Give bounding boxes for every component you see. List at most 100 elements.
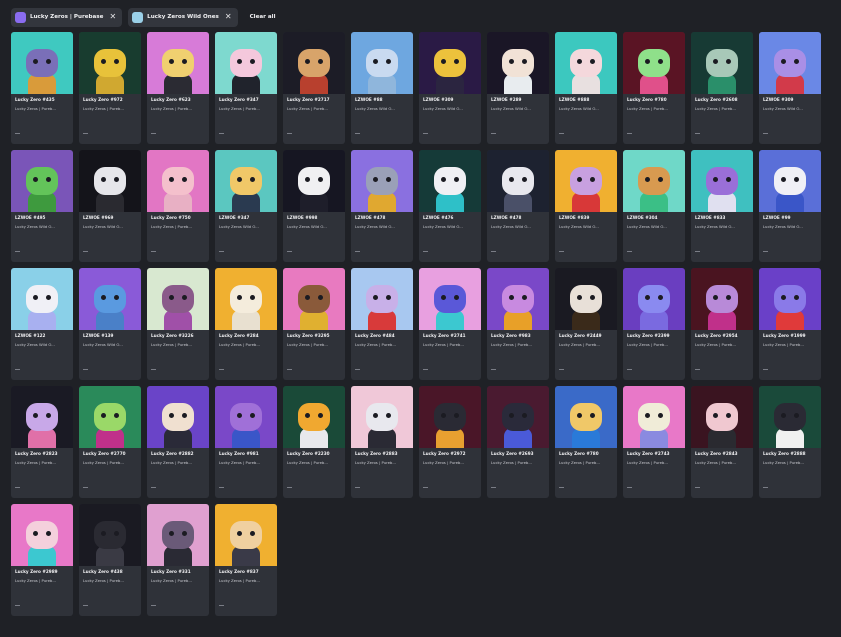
character-eye	[250, 413, 255, 418]
price-placeholder	[355, 368, 360, 370]
character-head	[26, 521, 58, 549]
clear-all-button[interactable]: Clear all	[244, 8, 282, 27]
price-placeholder	[15, 604, 20, 606]
character-eye	[713, 59, 718, 64]
nft-image	[351, 32, 413, 94]
nft-card[interactable]: Lucky Zero #2882 Lucky Zeros | Pureb...	[147, 386, 209, 498]
character-eye	[318, 413, 323, 418]
nft-card[interactable]: Lucky Zero #2717 Lucky Zeros | Pureb...	[283, 32, 345, 144]
nft-card[interactable]: Lucky Zero #2608 Lucky Zeros | Pureb...	[691, 32, 753, 144]
nft-card[interactable]: LZWOE #476 Lucky Zeros Wild O...	[419, 150, 481, 262]
nft-card[interactable]: Lucky Zero #780 Lucky Zeros | Pureb...	[623, 32, 685, 144]
nft-card[interactable]: LZWOE #289 Lucky Zeros Wild O...	[487, 32, 549, 144]
nft-card[interactable]: Lucky Zero #983 Lucky Zeros | Pureb...	[487, 268, 549, 380]
nft-card[interactable]: LZWOE #139 Lucky Zeros Wild O...	[79, 268, 141, 380]
character-eye	[590, 295, 595, 300]
nft-card[interactable]: Lucky Zero #2883 Lucky Zeros | Pureb...	[351, 386, 413, 498]
nft-card[interactable]: Lucky Zero #3295 Lucky Zeros | Pureb...	[283, 268, 345, 380]
character-head	[706, 403, 738, 431]
remove-filter-icon[interactable]: ✕	[109, 13, 116, 21]
nft-collection-name: Lucky Zeros Wild O...	[219, 224, 259, 229]
nft-card[interactable]: LZWOE #839 Lucky Zeros Wild O...	[555, 150, 617, 262]
nft-card[interactable]: Lucky Zero #3226 Lucky Zeros | Pureb...	[147, 268, 209, 380]
nft-card[interactable]: Lucky Zero #1999 Lucky Zeros | Pureb...	[759, 268, 821, 380]
nft-card[interactable]: Lucky Zero #750 Lucky Zeros | Pureb...	[147, 150, 209, 262]
nft-card[interactable]: LZWOE #495 Lucky Zeros Wild O...	[11, 150, 73, 262]
nft-card-meta: LZWOE #99 Lucky Zeros Wild O...	[759, 212, 821, 230]
nft-collection-name: Lucky Zeros | Pureb...	[559, 342, 600, 347]
character-head	[94, 285, 126, 313]
nft-card[interactable]: Lucky Zero #2449 Lucky Zeros | Pureb...	[555, 268, 617, 380]
price-placeholder	[287, 250, 292, 252]
nft-card[interactable]: LZWOE #478 Lucky Zeros Wild O...	[487, 150, 549, 262]
nft-card[interactable]: Lucky Zero #2770 Lucky Zeros | Pureb...	[79, 386, 141, 498]
nft-card[interactable]: Lucky Zero #484 Lucky Zeros | Pureb...	[351, 268, 413, 380]
nft-card[interactable]: Lucky Zero #2741 Lucky Zeros | Pureb...	[419, 268, 481, 380]
nft-card[interactable]: Lucky Zero #2823 Lucky Zeros | Pureb...	[11, 386, 73, 498]
remove-filter-icon[interactable]: ✕	[225, 13, 232, 21]
nft-name: Lucky Zero #1999	[763, 333, 806, 338]
nft-image	[11, 504, 73, 566]
nft-card[interactable]: Lucky Zero #837 Lucky Zeros | Pureb...	[215, 504, 277, 616]
filter-chip[interactable]: Lucky Zeros Wild Ones ✕	[128, 7, 238, 27]
nft-card[interactable]: Lucky Zero #331 Lucky Zeros | Pureb...	[147, 504, 209, 616]
nft-card[interactable]: Lucky Zero #2230 Lucky Zeros | Pureb...	[283, 386, 345, 498]
nft-card[interactable]: LZWOE #969 Lucky Zeros Wild O...	[79, 150, 141, 262]
nft-card[interactable]: Lucky Zero #2888 Lucky Zeros | Pureb...	[759, 386, 821, 498]
character-head	[366, 49, 398, 77]
character-head	[570, 285, 602, 313]
nft-card[interactable]: Lucky Zero #2399 Lucky Zeros | Pureb...	[623, 268, 685, 380]
character-eye	[101, 531, 106, 536]
price-placeholder	[423, 132, 428, 134]
character-head	[502, 403, 534, 431]
nft-card[interactable]: LZWOE #998 Lucky Zeros Wild O...	[283, 150, 345, 262]
character-eye	[237, 177, 242, 182]
character-body	[300, 310, 328, 330]
nft-card[interactable]: Lucky Zero #438 Lucky Zeros | Pureb...	[79, 504, 141, 616]
nft-card[interactable]: Lucky Zero #2693 Lucky Zeros | Pureb...	[487, 386, 549, 498]
price-placeholder	[763, 132, 768, 134]
nft-card[interactable]: Lucky Zero #981 Lucky Zeros | Pureb...	[215, 386, 277, 498]
character-head	[94, 403, 126, 431]
filter-chip[interactable]: Lucky Zeros | Purebase ✕	[11, 7, 123, 27]
nft-card[interactable]: LZWOE #309 Lucky Zeros Wild O...	[759, 32, 821, 144]
nft-collection-name: Lucky Zeros Wild O...	[355, 106, 395, 111]
nft-card[interactable]: Lucky Zero #972 Lucky Zeros | Pureb...	[79, 32, 141, 144]
nft-card[interactable]: LZWOE #833 Lucky Zeros Wild O...	[691, 150, 753, 262]
nft-card[interactable]: LZWOE #122 Lucky Zeros Wild O...	[11, 268, 73, 380]
character-head	[298, 403, 330, 431]
nft-name: LZWOE #495	[15, 215, 46, 220]
character-eye	[645, 413, 650, 418]
nft-card[interactable]: Lucky Zero #2954 Lucky Zeros | Pureb...	[691, 268, 753, 380]
character-eye	[182, 531, 187, 536]
nft-card[interactable]: LZWOE #99 Lucky Zeros Wild O...	[759, 150, 821, 262]
character-eye	[794, 59, 799, 64]
character-eye	[454, 295, 459, 300]
character-eye	[726, 177, 731, 182]
nft-card[interactable]: Lucky Zero #2843 Lucky Zeros | Pureb...	[691, 386, 753, 498]
character-eye	[318, 177, 323, 182]
nft-card[interactable]: LZWOE #888 Lucky Zeros Wild O...	[555, 32, 617, 144]
nft-card[interactable]: LZWOE #304 Lucky Zeros Wild O...	[623, 150, 685, 262]
nft-name: Lucky Zero #2608	[695, 97, 738, 102]
nft-card[interactable]: Lucky Zero #284 Lucky Zeros | Pureb...	[215, 268, 277, 380]
nft-card[interactable]: LZWOE #309 Lucky Zeros Wild O...	[419, 32, 481, 144]
character-eye	[373, 177, 378, 182]
character-eye	[794, 295, 799, 300]
collection-thumbnail-icon	[132, 11, 144, 23]
character-head	[638, 167, 670, 195]
nft-card[interactable]: LZWOE #88 Lucky Zeros Wild O...	[351, 32, 413, 144]
character-eye	[114, 413, 119, 418]
nft-card[interactable]: LZWOE #347 Lucky Zeros Wild O...	[215, 150, 277, 262]
nft-card[interactable]: Lucky Zero #623 Lucky Zeros | Pureb...	[147, 32, 209, 144]
nft-card-meta: Lucky Zero #623 Lucky Zeros | Pureb...	[147, 94, 209, 112]
nft-card[interactable]: Lucky Zero #780 Lucky Zeros | Pureb...	[555, 386, 617, 498]
nft-card[interactable]: LZWOE #478 Lucky Zeros Wild O...	[351, 150, 413, 262]
nft-card[interactable]: Lucky Zero #435 Lucky Zeros | Pureb...	[11, 32, 73, 144]
price-placeholder	[491, 486, 496, 488]
nft-card[interactable]: Lucky Zero #2972 Lucky Zeros | Pureb...	[419, 386, 481, 498]
nft-image	[351, 386, 413, 448]
nft-card[interactable]: Lucky Zero #2743 Lucky Zeros | Pureb...	[623, 386, 685, 498]
nft-card[interactable]: Lucky Zero #347 Lucky Zeros | Pureb...	[215, 32, 277, 144]
nft-card[interactable]: Lucky Zero #2989 Lucky Zeros | Pureb...	[11, 504, 73, 616]
